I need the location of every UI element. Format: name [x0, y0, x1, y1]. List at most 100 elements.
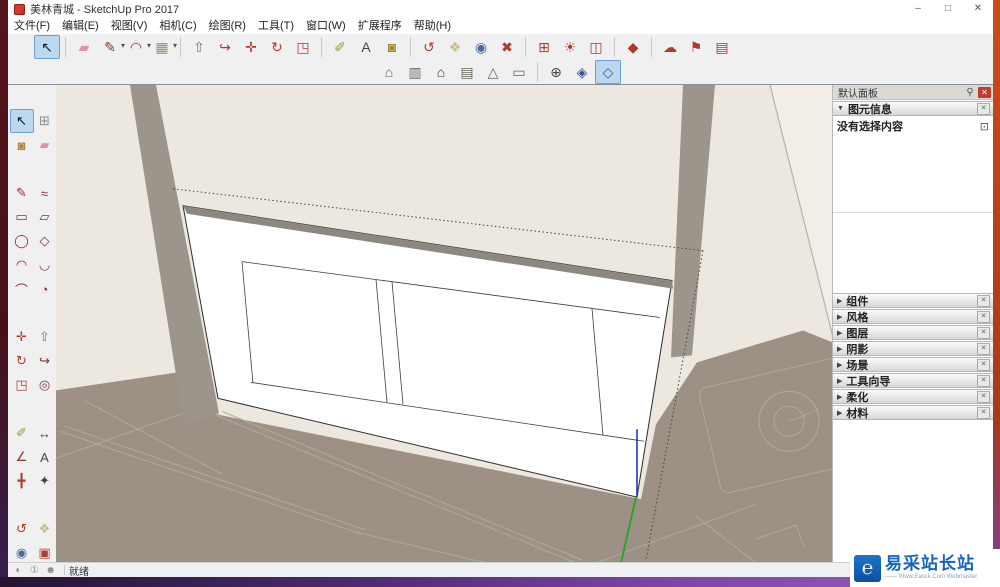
- section-close-icon[interactable]: ✕: [977, 327, 990, 339]
- entity-detail-icon[interactable]: ⊡: [980, 120, 989, 133]
- warehouse-3d-icon[interactable]: ☁: [657, 35, 683, 59]
- perspective-icon[interactable]: ◈: [569, 60, 595, 84]
- send-to-layout-icon[interactable]: ◆: [620, 35, 646, 59]
- extension-warehouse-icon[interactable]: ▤: [709, 35, 735, 59]
- menu-extensions[interactable]: 扩展程序: [352, 18, 408, 34]
- eraser-tool-icon[interactable]: ▰: [71, 35, 97, 59]
- panel-section-styles[interactable]: ▶ 风格 ✕: [833, 309, 993, 324]
- palette-offset-icon[interactable]: ◎: [33, 373, 57, 397]
- palette-rectangle-icon[interactable]: ▭: [10, 205, 34, 229]
- select-tool-icon[interactable]: ↖: [34, 35, 60, 59]
- panel-section-materials[interactable]: ▶ 材料 ✕: [833, 405, 993, 420]
- panel-section-components[interactable]: ▶ 组件 ✕: [833, 293, 993, 308]
- palette-rotated-rectangle-icon[interactable]: ▱: [33, 205, 57, 229]
- menu-camera[interactable]: 相机(C): [153, 18, 202, 34]
- palette-three-point-arc-icon[interactable]: ⌒: [10, 277, 34, 301]
- palette-text-icon[interactable]: A: [33, 445, 57, 469]
- palette-axes-icon[interactable]: ╋: [10, 469, 34, 493]
- palette-freehand-icon[interactable]: ≈: [33, 181, 57, 205]
- tape-measure-tool-icon[interactable]: ✐: [327, 35, 353, 59]
- palette-make-component-icon[interactable]: ⊞: [33, 109, 57, 133]
- palette-pan-icon[interactable]: ❖: [33, 517, 57, 541]
- view-left-icon[interactable]: △: [480, 60, 506, 84]
- axes-toggle-icon[interactable]: ⊕: [543, 60, 569, 84]
- panel-section-soften-edges[interactable]: ▶ 柔化 ✕: [833, 389, 993, 404]
- view-iso-icon[interactable]: ⌂: [376, 60, 402, 84]
- palette-arc-icon[interactable]: ◠: [10, 253, 34, 277]
- minimize-button[interactable]: –: [903, 0, 933, 18]
- user-icon[interactable]: ☻: [44, 564, 57, 577]
- menu-edit[interactable]: 编辑(E): [56, 18, 105, 34]
- view-front-icon[interactable]: ⌂: [428, 60, 454, 84]
- close-button[interactable]: ✕: [963, 0, 993, 18]
- palette-follow-me-icon[interactable]: ↪: [33, 349, 57, 373]
- palette-protractor-icon[interactable]: ∠: [10, 445, 34, 469]
- match-photo-icon[interactable]: ◫: [583, 35, 609, 59]
- palette-pie-icon[interactable]: ◔: [33, 277, 57, 301]
- palette-tape-measure-icon[interactable]: ✐: [10, 421, 34, 445]
- palette-move-icon[interactable]: ✛: [10, 325, 34, 349]
- section-close-icon[interactable]: ✕: [977, 407, 990, 419]
- palette-push-pull-icon[interactable]: ⇧: [33, 325, 57, 349]
- palette-dimension-icon[interactable]: ↔: [33, 421, 57, 445]
- zoom-tool-icon[interactable]: ◉: [468, 35, 494, 59]
- maximize-button[interactable]: □: [933, 0, 963, 18]
- section-close-icon[interactable]: ✕: [977, 391, 990, 403]
- model-canvas[interactable]: [56, 85, 833, 563]
- make-component-icon[interactable]: ⊞: [531, 35, 557, 59]
- view-back-icon[interactable]: ▥: [402, 60, 428, 84]
- two-point-perspective-icon[interactable]: ◇: [595, 60, 621, 84]
- pan-tool-icon[interactable]: ❖: [442, 35, 468, 59]
- section-close-icon[interactable]: ✕: [977, 295, 990, 307]
- palette-rotate-icon[interactable]: ↻: [10, 349, 34, 373]
- view-top-icon[interactable]: ▤: [454, 60, 480, 84]
- palette-orbit-icon[interactable]: ↺: [10, 517, 34, 541]
- palette-3d-text-icon[interactable]: ✦: [33, 469, 57, 493]
- section-close-icon[interactable]: ✕: [977, 343, 990, 355]
- follow-me-tool-icon[interactable]: ↪: [212, 35, 238, 59]
- menu-tools[interactable]: 工具(T): [252, 18, 300, 34]
- push-pull-tool-icon[interactable]: ⇧: [186, 35, 212, 59]
- palette-paint-bucket-icon[interactable]: ◙: [10, 133, 34, 157]
- panel-section-entity-info[interactable]: ▼ 图元信息 ✕: [833, 101, 993, 116]
- dropdown-arrow-icon[interactable]: ▾: [173, 41, 181, 50]
- zoom-extents-tool-icon[interactable]: ✖: [494, 35, 520, 59]
- shadows-icon[interactable]: ☀: [557, 35, 583, 59]
- view-right-icon[interactable]: ▭: [506, 60, 532, 84]
- scale-tool-icon[interactable]: ◳: [290, 35, 316, 59]
- menu-window[interactable]: 窗口(W): [300, 18, 352, 34]
- palette-scale-icon[interactable]: ◳: [10, 373, 34, 397]
- section-close-icon[interactable]: ✕: [977, 359, 990, 371]
- text-tool-icon[interactable]: A: [353, 35, 379, 59]
- credits-icon[interactable]: ①: [28, 564, 41, 577]
- orbit-tool-icon[interactable]: ↺: [416, 35, 442, 59]
- geo-location-icon[interactable]: ◐: [12, 564, 25, 577]
- panel-section-layers[interactable]: ▶ 图层 ✕: [833, 325, 993, 340]
- section-close-icon[interactable]: ✕: [977, 375, 990, 387]
- palette-eraser-icon[interactable]: ▰: [33, 133, 57, 157]
- section-close-icon[interactable]: ✕: [977, 311, 990, 323]
- tray-close-icon[interactable]: ✕: [978, 87, 991, 98]
- palette-two-point-arc-icon[interactable]: ◡: [33, 253, 57, 277]
- menu-draw[interactable]: 绘图(R): [203, 18, 252, 34]
- menu-file[interactable]: 文件(F): [8, 18, 56, 34]
- palette-zoom-icon[interactable]: ◉: [10, 541, 34, 563]
- palette-polygon-icon[interactable]: ◇: [33, 229, 57, 253]
- rotate-tool-icon[interactable]: ↻: [264, 35, 290, 59]
- palette-line-icon[interactable]: ✎: [10, 181, 34, 205]
- arc-tool-icon[interactable]: ◠ ▾: [123, 35, 149, 59]
- menu-view[interactable]: 视图(V): [105, 18, 154, 34]
- line-tool-icon[interactable]: ✎ ▾: [97, 35, 123, 59]
- paint-bucket-tool-icon[interactable]: ◙: [379, 35, 405, 59]
- rectangle-tool-icon[interactable]: ▦ ▾: [149, 35, 175, 59]
- palette-circle-icon[interactable]: ◯: [10, 229, 34, 253]
- add-location-icon[interactable]: ⚑: [683, 35, 709, 59]
- palette-zoom-window-icon[interactable]: ▣: [33, 541, 57, 563]
- menu-help[interactable]: 帮助(H): [408, 18, 457, 34]
- panel-section-scenes[interactable]: ▶ 场景 ✕: [833, 357, 993, 372]
- move-tool-icon[interactable]: ✛: [238, 35, 264, 59]
- panel-section-instructor[interactable]: ▶ 工具向导 ✕: [833, 373, 993, 388]
- pin-icon[interactable]: ⚲: [964, 87, 976, 98]
- palette-select-icon[interactable]: ↖: [10, 109, 34, 133]
- panel-section-shadows[interactable]: ▶ 阴影 ✕: [833, 341, 993, 356]
